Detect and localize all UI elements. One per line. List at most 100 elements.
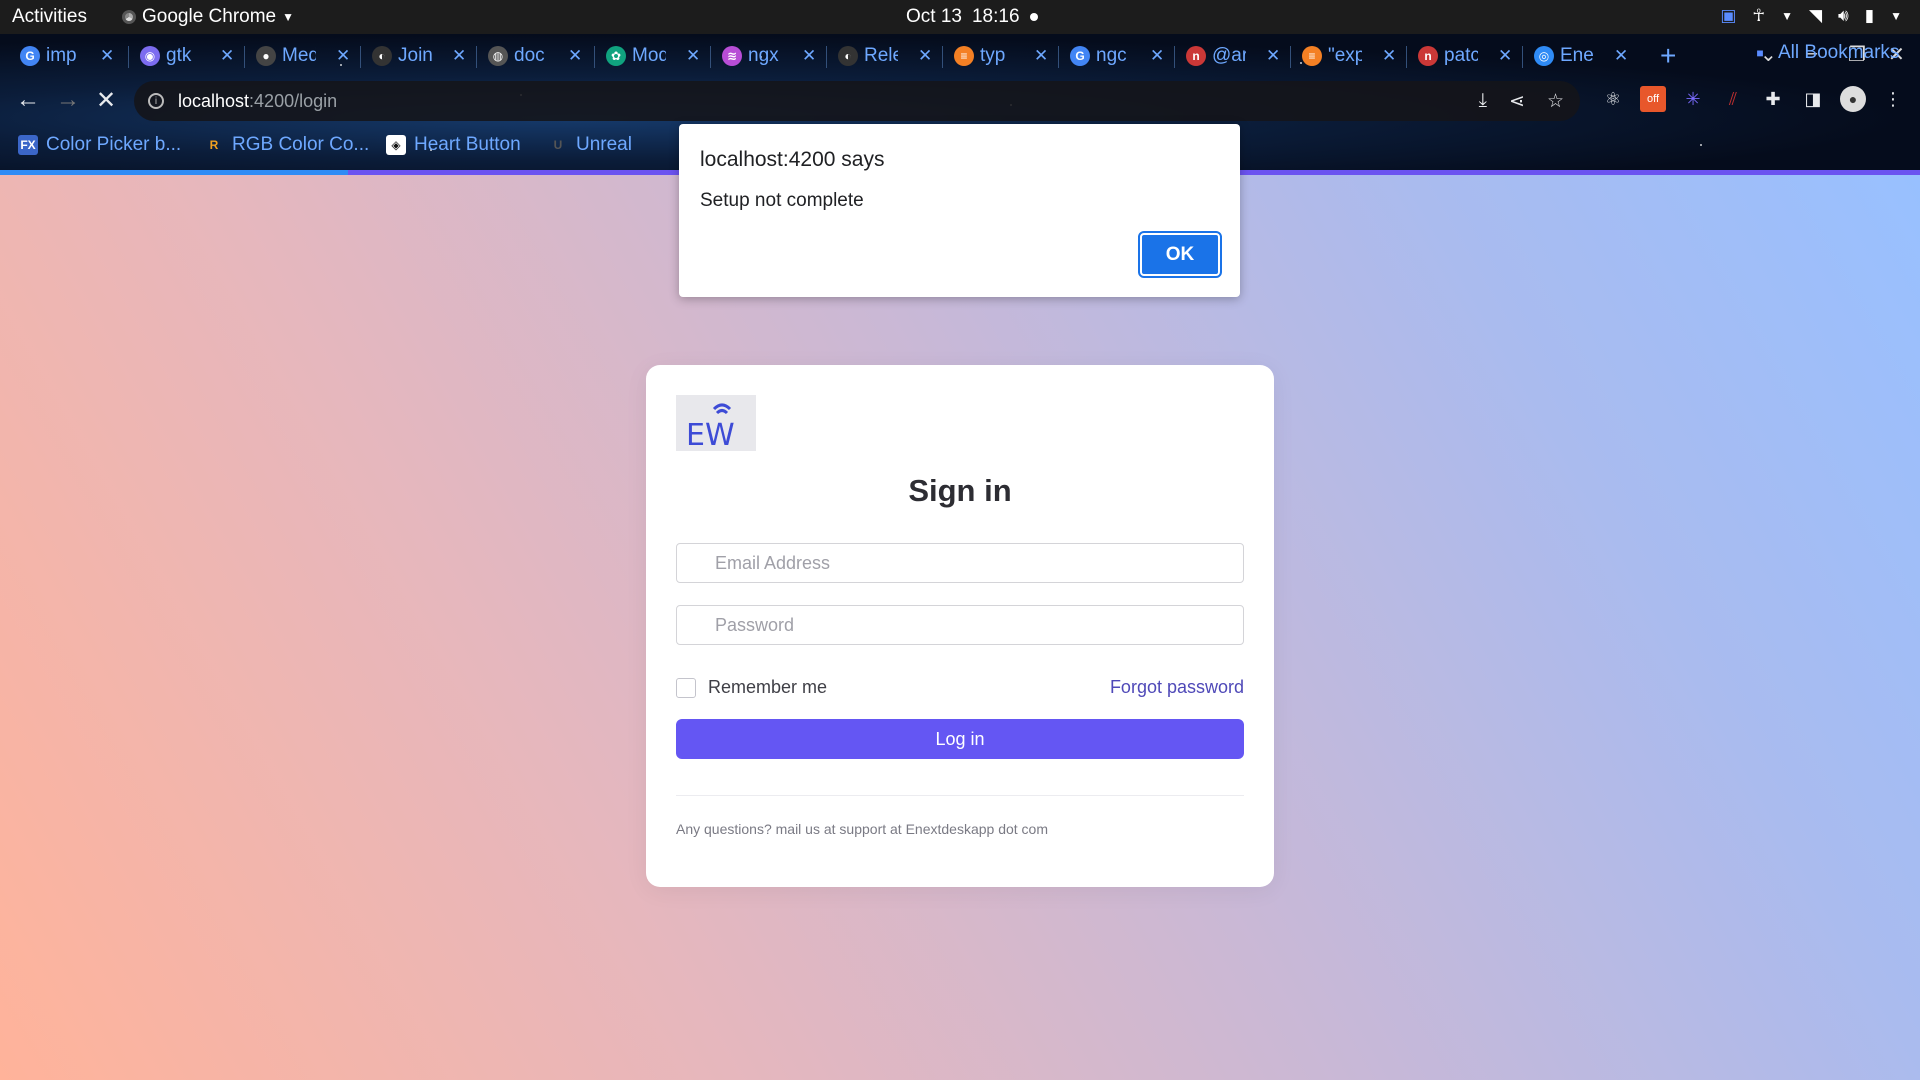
all-bookmarks[interactable]: ■ All Bookmarks: [1750, 42, 1899, 64]
bookmark-item[interactable]: U Unreal: [548, 134, 632, 156]
url-host: localhost: [178, 90, 250, 111]
page-background: EW Sign in Remember me Forgot password L…: [0, 175, 1920, 1080]
back-icon[interactable]: ←: [16, 86, 40, 114]
menu-icon[interactable]: ⋮: [1880, 86, 1906, 112]
tab-label: doc: [514, 45, 545, 66]
browser-tab[interactable]: ◎ Ene ✕: [1534, 42, 1628, 70]
tab-separator: [826, 46, 827, 68]
tab-close-icon[interactable]: ✕: [1382, 46, 1396, 66]
volume-icon: 🔊︎: [1838, 6, 1849, 25]
tab-label: patc: [1444, 45, 1478, 66]
bookmark-item[interactable]: R RGB Color Co...: [204, 134, 370, 156]
stackoverflow-icon: ≡: [954, 46, 974, 66]
tab-close-icon[interactable]: ✕: [568, 46, 582, 66]
side-panel-icon[interactable]: ◨: [1800, 86, 1826, 112]
bookmark-item[interactable]: FX Color Picker b...: [18, 134, 181, 156]
browser-tab[interactable]: ◐ Rele ✕: [838, 42, 932, 70]
tab-close-icon[interactable]: ✕: [1498, 46, 1512, 66]
ok-button[interactable]: OK: [1138, 231, 1222, 278]
browser-tab[interactable]: Gimp ✕: [20, 42, 114, 70]
tab-close-icon[interactable]: ✕: [220, 46, 234, 66]
company-logo: EW: [676, 395, 756, 453]
app-name: Google Chrome: [142, 6, 277, 27]
browser-tab[interactable]: Gngc ✕: [1070, 42, 1164, 70]
accessibility-icon[interactable]: ☥: [1752, 6, 1765, 26]
tab-close-icon[interactable]: ✕: [918, 46, 932, 66]
tab-close-icon[interactable]: ✕: [1034, 46, 1048, 66]
email-field[interactable]: [676, 543, 1244, 583]
toolbar: ← → ✕ i localhost :4200/login ⤓ ⋖ ☆ ⚛ of…: [0, 76, 1920, 126]
tab-label: typ: [980, 45, 1006, 66]
forgot-password-link[interactable]: Forgot password: [1110, 677, 1244, 698]
openai-icon: ✿: [606, 46, 626, 66]
tab-label: "exp: [1328, 45, 1362, 66]
tab-separator: [1522, 46, 1523, 68]
bookmark-item[interactable]: ◈ Heart Button: [386, 134, 521, 156]
system-tray[interactable]: ▣ ☥ ▼ ◥ 🔊︎ ▮ ▼: [1720, 6, 1902, 26]
tab-close-icon[interactable]: ✕: [1150, 46, 1164, 66]
app-menu[interactable]: Google Chrome ▼: [122, 6, 294, 28]
forward-icon[interactable]: →: [56, 86, 80, 114]
extension-off-icon[interactable]: off: [1640, 86, 1666, 112]
time: 18:16: [971, 6, 1020, 27]
tab-close-icon[interactable]: ✕: [336, 46, 350, 66]
tab-close-icon[interactable]: ✕: [1614, 46, 1628, 66]
site-info-icon[interactable]: i: [148, 93, 164, 109]
google-icon: G: [20, 46, 40, 66]
dialog-message: Setup not complete: [700, 190, 864, 211]
google-icon: G: [1070, 46, 1090, 66]
tab-label: ngc: [1096, 45, 1127, 66]
page-title: Sign in: [908, 473, 1012, 508]
activities-button[interactable]: Activities: [12, 6, 87, 28]
notification-dot-icon: [1029, 13, 1038, 21]
browser-tab[interactable]: ≡ typ ✕: [954, 42, 1048, 70]
extension-spark-icon[interactable]: ✳: [1680, 86, 1706, 112]
tab-close-icon[interactable]: ✕: [1266, 46, 1280, 66]
battery-icon: ▮: [1864, 6, 1875, 25]
tab-close-icon[interactable]: ✕: [686, 46, 700, 66]
browser-tab[interactable]: ● Med ✕: [256, 42, 350, 70]
remember-me[interactable]: Remember me: [676, 677, 827, 698]
screen-share-icon[interactable]: ▣: [1720, 6, 1736, 26]
stackoverflow-icon: ≡: [1302, 46, 1322, 66]
tab-close-icon[interactable]: ✕: [802, 46, 816, 66]
url-path: :4200/login: [249, 90, 338, 111]
new-tab-icon[interactable]: +: [1660, 40, 1676, 72]
browser-tab[interactable]: ≋ ngx ✕: [722, 42, 816, 70]
react-devtools-icon[interactable]: ⚛: [1600, 86, 1626, 112]
browser-tab[interactable]: n patc ✕: [1418, 42, 1512, 70]
password-field[interactable]: [676, 605, 1244, 645]
bookmark-star-icon[interactable]: ☆: [1547, 90, 1564, 113]
install-icon[interactable]: ⤓: [1479, 90, 1487, 113]
clock[interactable]: Oct 13 18:16: [906, 6, 1038, 28]
remember-me-checkbox[interactable]: [676, 677, 696, 698]
chevron-down-icon: ▼: [1781, 9, 1793, 23]
login-button[interactable]: Log in: [676, 719, 1244, 759]
tab-separator: [1058, 46, 1059, 68]
tab-close-icon[interactable]: ✕: [452, 46, 466, 66]
browser-tab[interactable]: ≡ "exp ✕: [1302, 42, 1396, 70]
browser-tab[interactable]: ◐ Join ✕: [372, 42, 466, 70]
tab-separator: [244, 46, 245, 68]
tab-label: Ene: [1560, 45, 1594, 66]
stop-loading-icon[interactable]: ✕: [96, 86, 116, 115]
share-icon[interactable]: ⋖: [1509, 90, 1525, 113]
browser-tab[interactable]: ✿ Mod ✕: [606, 42, 700, 70]
tab-separator: [1290, 46, 1291, 68]
date: Oct 13: [906, 6, 962, 27]
tab-label: @ar: [1212, 45, 1246, 66]
address-bar[interactable]: i localhost :4200/login ⤓ ⋖ ☆: [134, 81, 1580, 121]
browser-tab[interactable]: ◉ gtk ✕: [140, 42, 234, 70]
browser-tab[interactable]: ◍ doc ✕: [488, 42, 582, 70]
avatar[interactable]: ●: [1840, 86, 1866, 112]
tab-close-icon[interactable]: ✕: [100, 46, 114, 66]
extension-stripes-icon[interactable]: ⫽: [1720, 86, 1746, 112]
unreal-icon: U: [553, 138, 563, 152]
puzzle-icon[interactable]: ✚: [1760, 86, 1786, 112]
alert-dialog: localhost:4200 says Setup not complete O…: [679, 124, 1240, 297]
browser-tab[interactable]: n @ar ✕: [1186, 42, 1280, 70]
support-footer: Any questions? mail us at support at Ene…: [676, 821, 1048, 837]
tab-separator: [942, 46, 943, 68]
codepen-icon: ◈: [386, 135, 406, 155]
npm-icon: n: [1186, 46, 1206, 66]
